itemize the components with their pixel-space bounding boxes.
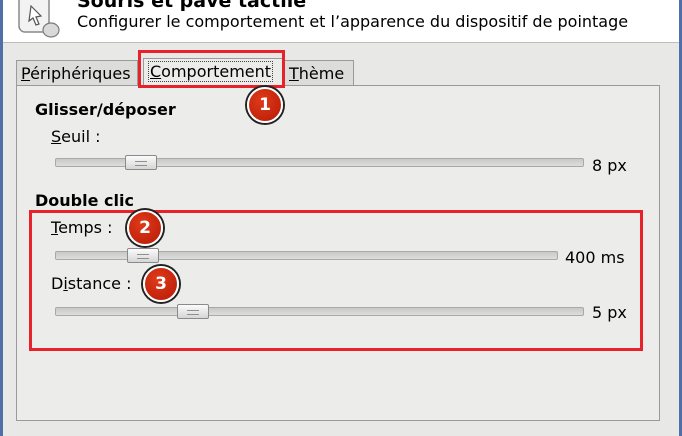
- threshold-label: Seuil :: [51, 127, 101, 146]
- section-title-drag-drop: Glisser/déposer: [35, 100, 176, 119]
- mouse-icon: [18, 0, 60, 38]
- header-title: Souris et pavé tactile: [77, 0, 307, 12]
- threshold-label-mnemonic: S: [51, 127, 62, 146]
- section-title-double-click: Double clic: [35, 191, 134, 210]
- annotation-box-double-click: [29, 210, 643, 351]
- annotation-badge-2: 2: [127, 210, 163, 246]
- tab-theme[interactable]: Thème: [284, 60, 354, 85]
- threshold-value: 8 px: [592, 156, 627, 175]
- tab-peripheriques-label: ériphériques: [30, 64, 131, 83]
- threshold-slider-handle[interactable]: [125, 155, 157, 170]
- annotation-box-tab: [138, 50, 285, 88]
- annotation-badge-3: 3: [143, 266, 179, 302]
- tab-theme-mnemonic: T: [289, 64, 299, 83]
- header-subtitle: Configurer le comportement et l’apparenc…: [77, 12, 629, 31]
- tab-theme-label: hème: [298, 64, 345, 83]
- tab-peripheriques[interactable]: Périphériques: [16, 60, 138, 85]
- dialog-header: Souris et pavé tactile Configurer le com…: [3, 0, 679, 43]
- annotation-badge-1: 1: [247, 87, 283, 123]
- tab-peripheriques-mnemonic: P: [21, 64, 31, 83]
- window-frame-left: [0, 0, 3, 436]
- threshold-label-text: euil :: [61, 127, 101, 146]
